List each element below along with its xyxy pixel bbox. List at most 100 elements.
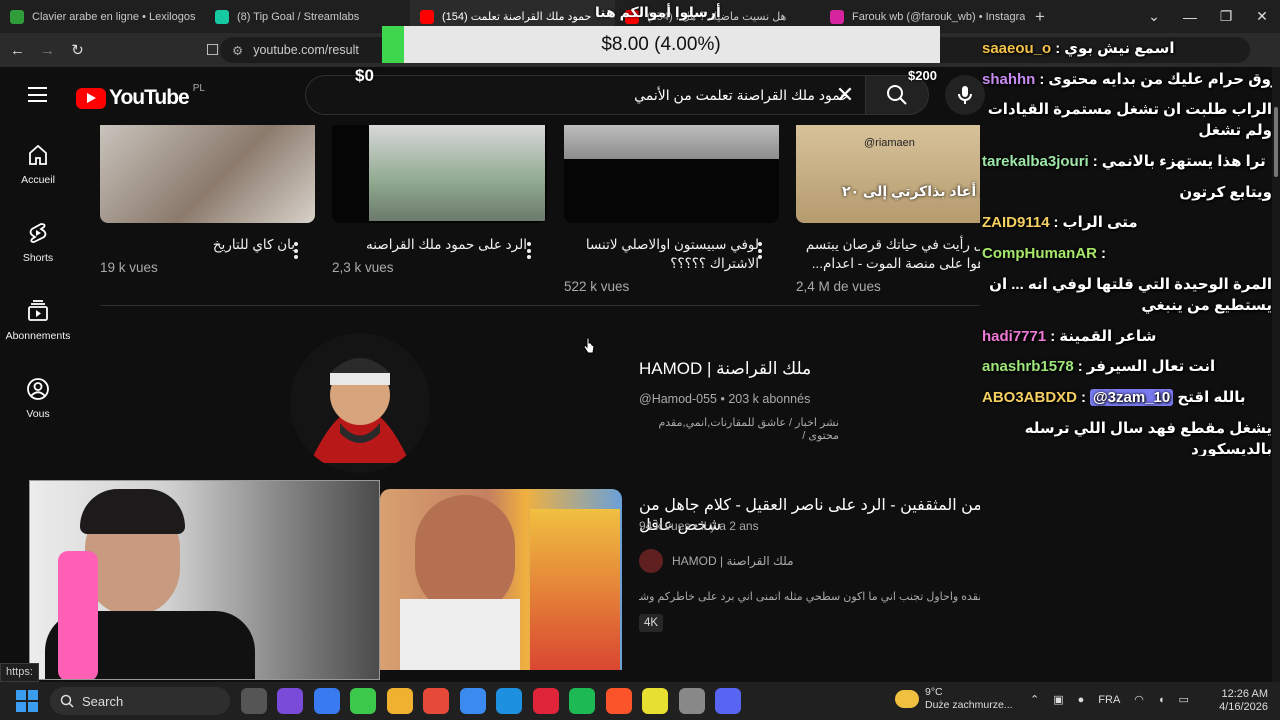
- donation-amount: $8.00 (4.00%): [601, 34, 721, 55]
- sidebar-item-label: Vous: [26, 408, 50, 420]
- tray-app-icon[interactable]: ▣: [1053, 693, 1063, 706]
- short-card[interactable]: @riamaen حتى أعاد بذاكرتي إلى ٢٠ هل رأيت…: [796, 125, 980, 294]
- chat-message: tarekalba3jouri: ترا هذا يستهزء بالانمي: [982, 151, 1272, 172]
- video-channel-name[interactable]: HAMOD | ملك القراصنة: [672, 554, 794, 568]
- chat-message: saaeou_o: اسمع نيش بوي: [982, 38, 1272, 59]
- donation-progress-bar: $8.00 (4.00%): [382, 26, 940, 63]
- reload-button[interactable]: ↻: [65, 41, 90, 59]
- short-title[interactable]: بان كاي للتاريخ: [100, 235, 295, 254]
- donation-goal-overlay: أرسلوا أموالكم هنا $8.00 (4.00%) $0 $200: [355, 0, 940, 88]
- taskbar-search-label: Search: [82, 693, 124, 709]
- system-clock[interactable]: 12:26 AM 4/16/2026: [1212, 688, 1268, 714]
- presenter-face-image: [415, 495, 515, 615]
- edge-icon[interactable]: [496, 688, 522, 714]
- app-icon[interactable]: [350, 688, 376, 714]
- discord-icon[interactable]: [715, 688, 741, 714]
- short-card[interactable]: بان كاي للتاريخ 19 k vues: [100, 125, 315, 275]
- weather-widget[interactable]: 9°C Duże zachmurze...: [895, 686, 1013, 712]
- minimize-button[interactable]: —: [1172, 9, 1208, 25]
- task-view-icon[interactable]: [240, 688, 267, 714]
- chevron-up-icon[interactable]: ⌃: [1030, 693, 1039, 706]
- app-icon[interactable]: [532, 688, 559, 714]
- short-card[interactable]: لوفي سبيستون اوالاصلي لاتنسا الاشتراك ؟؟…: [564, 125, 779, 294]
- scene-image: [564, 125, 779, 159]
- clock-time: 12:26 AM: [1221, 688, 1268, 700]
- url-text: youtube.com/result: [253, 43, 359, 57]
- taskbar-search[interactable]: Search: [50, 687, 230, 715]
- chat-message: المرة الوحيدة التي قلتها لوفي انه ... ان…: [982, 274, 1272, 316]
- language-indicator[interactable]: FRA: [1098, 694, 1120, 706]
- copilot-icon[interactable]: [313, 688, 340, 714]
- section-divider: [100, 305, 980, 306]
- chat-separator: :: [1077, 358, 1083, 376]
- chat-message: ZAID9114: متى الراب: [982, 212, 1272, 233]
- more-options-icon[interactable]: [527, 242, 533, 262]
- back-button[interactable]: ←: [5, 42, 30, 59]
- one-piece-characters-image: [530, 509, 620, 670]
- weather-temp: 9°C: [925, 686, 943, 698]
- sidebar-item-shorts[interactable]: Shorts: [0, 203, 76, 281]
- app-icon[interactable]: [423, 688, 449, 714]
- chat-message-text: ترا هذا يستهزء بالانمي: [1101, 153, 1266, 171]
- chat-separator: :: [1092, 153, 1098, 171]
- chat-message-text: ويتابع كرتون: [1179, 183, 1272, 201]
- chat-username: saaeou_o: [982, 40, 1052, 57]
- app-icon[interactable]: [277, 688, 303, 714]
- browser-tab[interactable]: Clavier arabe en ligne • Lexilogos: [0, 0, 205, 33]
- search-icon: [60, 694, 74, 708]
- windows-start-icon[interactable]: [16, 690, 38, 712]
- tab-list-chevron-icon[interactable]: ⌄: [1136, 8, 1172, 25]
- windows-taskbar: Search 9°C Duże zachmurze... ⌃ ▣ ● FRA ◠: [0, 682, 1280, 720]
- brave-icon[interactable]: [605, 688, 632, 714]
- youtube-logo[interactable]: YouTube PL: [76, 83, 205, 110]
- close-window-button[interactable]: ✕: [1244, 8, 1280, 25]
- microphone-icon[interactable]: ●: [1078, 694, 1085, 706]
- chat-message: anashrb1578: انت تعال السيرفر: [982, 356, 1272, 377]
- short-card[interactable]: الرد على حمود ملك القراصنه 2,3 k vues: [332, 125, 547, 275]
- restore-button[interactable]: ❐: [1208, 8, 1244, 25]
- short-thumbnail[interactable]: [564, 125, 779, 223]
- sidebar-item-you[interactable]: Vous: [0, 359, 76, 437]
- clock-date: 4/16/2026: [1219, 701, 1268, 713]
- short-title[interactable]: هل رأيت في حياتك قرصان يبتسم وهوا على من…: [796, 235, 980, 273]
- microsoft-store-icon[interactable]: [459, 688, 486, 714]
- chat-mention: @3zam_10: [1090, 388, 1174, 406]
- scrollbar-thumb[interactable]: [1274, 107, 1278, 177]
- sidebar-item-home[interactable]: Accueil: [0, 125, 76, 203]
- short-title[interactable]: لوفي سبيستون اوالاصلي لاتنسا الاشتراك ؟؟…: [564, 235, 759, 273]
- weather-desc: Duże zachmurze...: [925, 699, 1013, 711]
- spotify-icon[interactable]: [569, 688, 595, 714]
- video-channel[interactable]: HAMOD | ملك القراصنة: [639, 549, 794, 573]
- video-meta: 94 k vues • il y a 2 ans: [639, 519, 759, 533]
- page-scrollbar[interactable]: [1272, 67, 1280, 682]
- forward-button[interactable]: →: [35, 42, 60, 59]
- menu-icon[interactable]: [28, 87, 47, 102]
- shorts-icon: [29, 223, 47, 243]
- short-thumbnail[interactable]: [332, 125, 547, 223]
- streamer-hair-image: [80, 489, 185, 534]
- lexilogos-favicon-icon: [10, 9, 24, 24]
- wifi-icon[interactable]: ◠: [1134, 693, 1144, 706]
- app-icon[interactable]: [642, 688, 668, 714]
- new-tab-button[interactable]: +: [1025, 7, 1055, 27]
- short-thumbnail[interactable]: @riamaen حتى أعاد بذاكرتي إلى ٢٠: [796, 125, 980, 223]
- more-options-icon[interactable]: [294, 242, 300, 262]
- file-explorer-icon[interactable]: [386, 688, 413, 714]
- voice-search-button[interactable]: [945, 75, 985, 115]
- battery-icon[interactable]: ▭: [1179, 693, 1189, 706]
- obs-icon[interactable]: [678, 688, 705, 714]
- more-options-icon[interactable]: [758, 242, 764, 262]
- chat-message-text: يشغل مقطع فهد سال اللي ترسله بالديسكورد: [1024, 419, 1272, 456]
- short-thumbnail[interactable]: [100, 125, 315, 223]
- channel-avatar[interactable]: [290, 333, 430, 473]
- volume-icon[interactable]: ◖: [1158, 694, 1165, 706]
- channel-avatar-small[interactable]: [639, 549, 663, 573]
- chat-username: anashrb1578: [982, 358, 1074, 376]
- chat-message: ويتابع كرتون: [982, 182, 1272, 203]
- channel-description: نشر اخبار / عاشق للمقارنات,انمي,مقدم محت…: [658, 417, 839, 442]
- short-title[interactable]: الرد على حمود ملك القراصنه: [332, 235, 527, 254]
- channel-name[interactable]: HAMOD | ملك القراصنة: [639, 359, 811, 379]
- video-thumbnail[interactable]: [380, 489, 622, 670]
- site-info-icon[interactable]: ⚙: [232, 43, 243, 58]
- sidebar-item-subscriptions[interactable]: Abonnements: [0, 281, 76, 359]
